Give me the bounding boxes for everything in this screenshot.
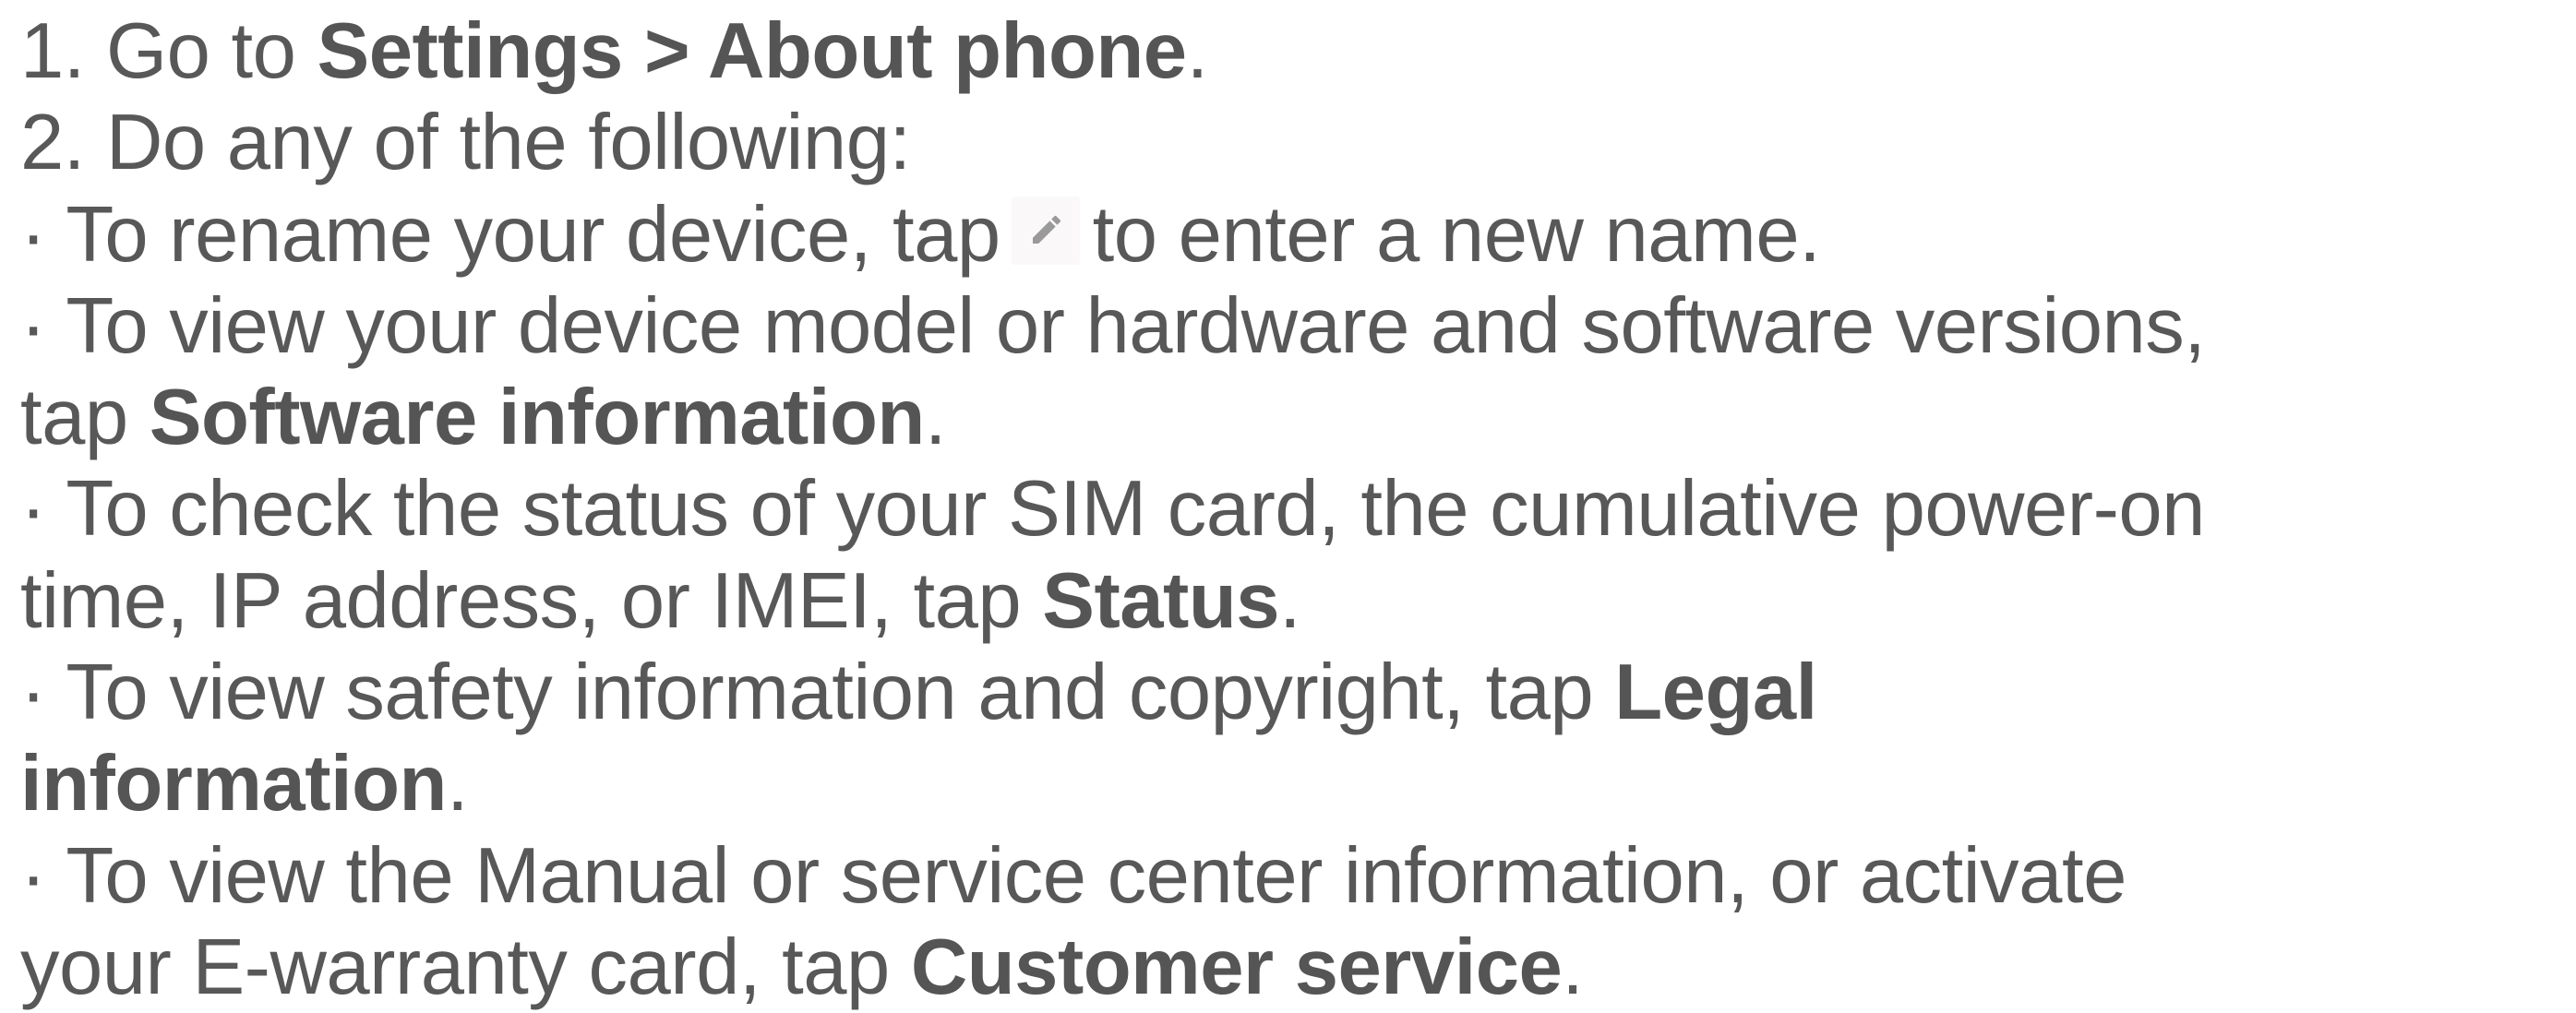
settings-path: Settings > About phone — [317, 7, 1188, 95]
rename-text-after: to enter a new name. — [1092, 190, 1821, 279]
status-line-2: time, IP address, or IMEI, tap Status. — [20, 555, 2558, 647]
customer-line-1: · To view the Manual or service center i… — [20, 831, 2127, 920]
legal-prefix: · To view safety information and copyrig… — [20, 649, 1615, 737]
software-line-2: tap Software information. — [20, 372, 2558, 463]
status-suffix: . — [1279, 556, 1301, 645]
software-information-label: Software information — [149, 374, 926, 462]
pencil-icon-graphic — [1032, 215, 1060, 244]
software-prefix: tap — [20, 374, 150, 462]
step-1-line: 1. Go to Settings > About phone. — [20, 6, 2558, 97]
legal-line-2: information. — [20, 738, 2558, 829]
customer-suffix: . — [1562, 923, 1584, 1011]
customer-line-2: your E-warranty card, tap Customer servi… — [20, 922, 2558, 1013]
step-1-prefix: 1. Go to — [20, 7, 318, 95]
legal-line-1: · To view safety information and copyrig… — [20, 647, 2558, 738]
step-2-line: 2. Do any of the following: — [20, 99, 911, 187]
customer-service-label: Customer service — [910, 923, 1563, 1011]
step-1-suffix: . — [1186, 7, 1209, 95]
status-line-1: · To check the status of your SIM card, … — [20, 465, 2205, 554]
rename-line: · To rename your device, tap to enter a n… — [20, 189, 2558, 280]
instructions-document: 1. Go to Settings > About phone. 2. Do a… — [20, 6, 2558, 1013]
legal-suffix: . — [446, 740, 469, 828]
status-label: Status — [1042, 556, 1280, 645]
pencil-edit-icon — [1011, 196, 1080, 265]
customer-prefix: your E-warranty card, tap — [20, 923, 911, 1011]
software-line-1: · To view your device model or hardware … — [20, 281, 2206, 370]
software-suffix: . — [924, 374, 947, 462]
rename-text-before: · To rename your device, tap — [20, 190, 1000, 279]
legal-label-part-1: Legal — [1614, 649, 1817, 737]
status-prefix: time, IP address, or IMEI, tap — [20, 556, 1043, 645]
legal-label-part-2: information — [20, 740, 447, 828]
